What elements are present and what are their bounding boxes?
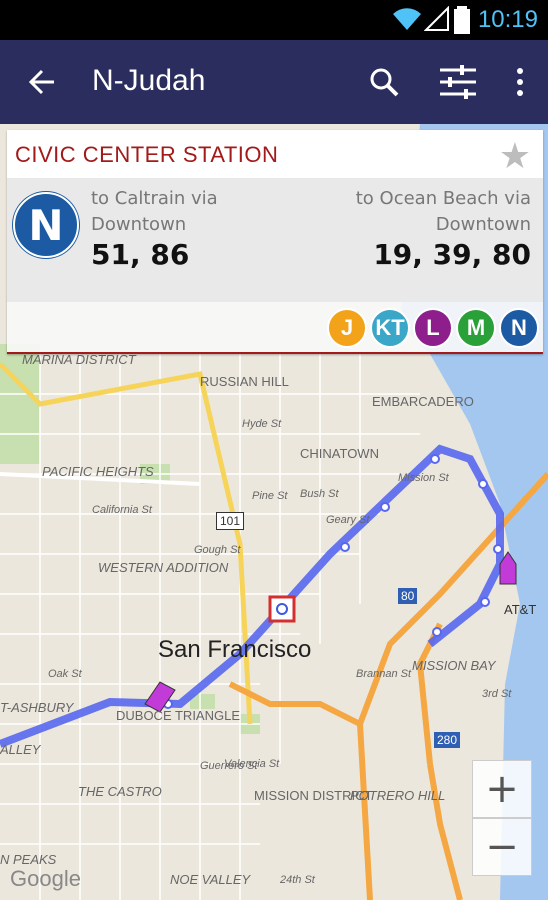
- back-button[interactable]: [18, 58, 66, 106]
- street-label: Brannan St: [356, 668, 412, 680]
- map-label: DUBOCE TRIANGLE: [116, 708, 241, 723]
- map-label: WESTERN ADDITION: [98, 560, 229, 575]
- line-badge-m[interactable]: M: [456, 308, 496, 348]
- arrival-card[interactable]: CIVIC CENTER STATION ★ N to Caltrain via…: [7, 130, 543, 354]
- arrow-back-icon: [28, 69, 54, 95]
- signal-icon: [424, 6, 449, 31]
- map-label: ALLEY: [0, 742, 41, 757]
- map-label: AT&T: [504, 602, 537, 617]
- zoom-in-label: +: [485, 766, 519, 812]
- line-badge-n[interactable]: N: [499, 308, 539, 348]
- street-label: California St: [92, 504, 152, 516]
- map-label: RUSSIAN HILL: [200, 374, 289, 389]
- line-badge-kt[interactable]: KT: [370, 308, 410, 348]
- map-label: CHINATOWN: [300, 446, 379, 461]
- street-label: Mission St: [398, 472, 449, 484]
- map-label: N PEAKS: [0, 852, 57, 867]
- search-icon: [370, 68, 399, 97]
- street-label: Oak St: [48, 668, 82, 680]
- map-label: PACIFIC HEIGHTS: [42, 464, 154, 479]
- direction-outbound-times: 19, 39, 80: [373, 238, 531, 271]
- search-button[interactable]: [360, 58, 408, 106]
- map-label: THE CASTRO: [78, 784, 162, 799]
- overflow-menu-button[interactable]: [496, 58, 544, 106]
- map-label: EMBARCADERO: [372, 394, 474, 409]
- filter-button[interactable]: [434, 58, 482, 106]
- card-header: CIVIC CENTER STATION ★: [7, 130, 543, 178]
- more-vert-icon: [517, 68, 523, 96]
- street-label: Bush St: [300, 488, 339, 500]
- street-label: Hyde St: [242, 418, 282, 430]
- station-name: CIVIC CENTER STATION: [15, 142, 279, 167]
- zoom-in-button[interactable]: +: [472, 760, 532, 818]
- direction-outbound-label: to Ocean Beach via Downtown: [355, 188, 531, 235]
- highway-shield: 101: [216, 512, 245, 530]
- app-bar: N-Judah: [0, 40, 548, 124]
- line-badge-j[interactable]: J: [327, 308, 367, 348]
- zoom-out-label: −: [485, 824, 519, 870]
- map-label: T-ASHBURY: [0, 700, 74, 715]
- clock: 10:19: [477, 6, 538, 33]
- google-logo: Google: [10, 866, 81, 891]
- sliders-icon: [440, 65, 476, 99]
- card-body: N to Caltrain via Downtown 51, 86 to Oce…: [7, 178, 543, 302]
- zoom-out-button[interactable]: −: [472, 818, 532, 876]
- map-label: MISSION BAY: [412, 658, 496, 673]
- line-badge-l[interactable]: L: [413, 308, 453, 348]
- street-label: 3rd St: [482, 688, 512, 700]
- favorite-star-icon[interactable]: ★: [499, 136, 531, 177]
- direction-inbound-times: 51, 86: [91, 238, 190, 271]
- map-label: MARINA DISTRICT: [22, 352, 136, 367]
- highway-shield: 280: [434, 732, 461, 748]
- street-label: Geary St: [326, 514, 370, 526]
- map-label: POTRERO HILL: [350, 788, 446, 803]
- street-label: 24th St: [280, 874, 315, 886]
- street-label: Pine St: [252, 490, 288, 502]
- battery-icon: [454, 6, 470, 34]
- page-title: N-Judah: [92, 64, 206, 97]
- city-label: San Francisco: [158, 636, 312, 663]
- direction-inbound-label: to Caltrain via Downtown: [91, 188, 218, 235]
- status-bar: 10:19: [0, 0, 548, 40]
- map-label: NOE VALLEY: [170, 872, 251, 887]
- street-label: Valencia St: [224, 758, 280, 770]
- line-badge-main: N: [13, 192, 79, 258]
- highway-shield: 80: [398, 588, 418, 604]
- line-badges-row: J KT L M N: [7, 302, 543, 354]
- street-label: Gough St: [194, 544, 241, 556]
- wifi-icon: [393, 8, 421, 30]
